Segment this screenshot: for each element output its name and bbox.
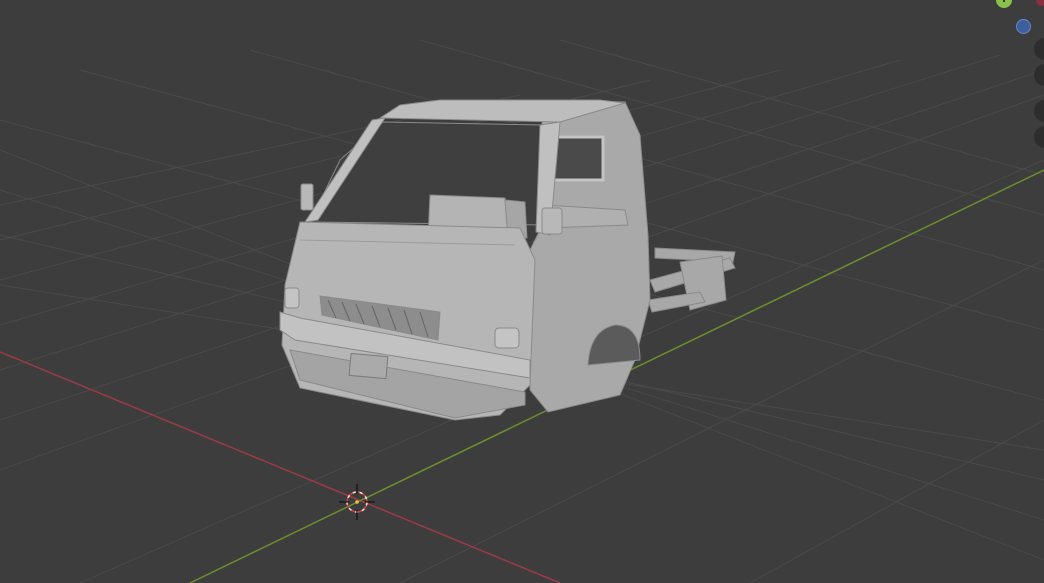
gizmo-neg-z-icon[interactable]	[1016, 19, 1031, 34]
chassis-frame	[647, 247, 736, 313]
3d-cursor-icon[interactable]	[339, 484, 375, 520]
truck-cab-mesh[interactable]	[279, 99, 736, 421]
headlight-left	[284, 287, 300, 309]
side-mirror-right	[541, 207, 563, 235]
gizmo-y-label: Y	[1000, 0, 1008, 5]
license-plate	[348, 352, 389, 380]
3d-viewport[interactable]: Y	[0, 0, 1044, 583]
headlight-right	[494, 327, 520, 349]
scene-canvas[interactable]	[0, 0, 1044, 583]
gizmo-y-axis-icon[interactable]: Y	[996, 0, 1012, 8]
side-mirror-left	[300, 183, 314, 211]
